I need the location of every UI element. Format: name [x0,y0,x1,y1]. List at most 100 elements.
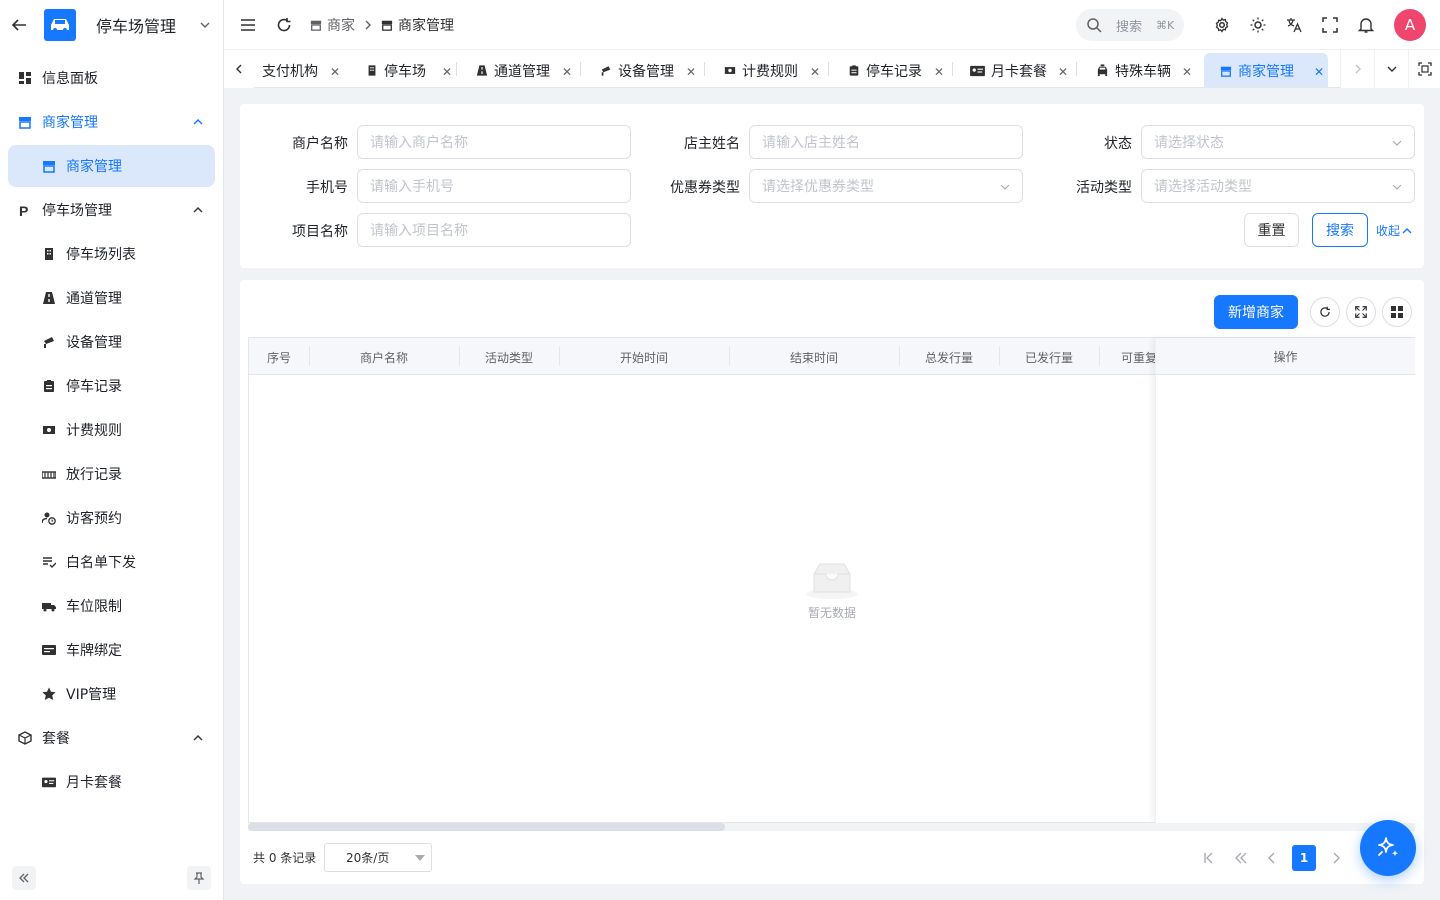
prev-group-button[interactable] [1229,845,1253,871]
store-icon [1220,65,1232,77]
chevron-down-icon[interactable] [199,19,211,31]
collapse-link[interactable]: 收起 [1376,222,1412,239]
global-search[interactable]: 搜索 ⌘K [1076,9,1184,41]
next-page-button[interactable] [1324,845,1348,871]
package-icon [18,731,32,745]
avatar[interactable]: A [1394,9,1426,41]
tab-billing[interactable]: 计费规则 ✕ [714,53,824,87]
close-icon[interactable]: ✕ [330,65,340,79]
clipboard-icon [848,64,860,77]
sidebar-item-parking-record[interactable]: 停车记录 [0,364,224,408]
close-icon[interactable]: ✕ [1314,65,1324,79]
project-name-input[interactable]: 请输入项目名称 [357,213,631,247]
phone-label: 手机号 [306,180,348,196]
sidebar-item-billing[interactable]: 计费规则 [0,408,224,452]
close-icon[interactable]: ✕ [1182,65,1192,79]
pin-icon[interactable] [187,866,211,890]
tab-more-dropdown[interactable] [1374,50,1408,88]
tab-parking[interactable]: 停车场 ✕ [356,53,456,87]
owner-name-input[interactable]: 请输入店主姓名 [749,125,1023,159]
sidebar-group-merchant[interactable]: 商家管理 [0,100,224,144]
first-page-button[interactable] [1197,845,1221,871]
sidebar-item-merchant-manage[interactable]: 商家管理 [8,145,215,187]
sidebar-item-whitelist[interactable]: 白名单下发 [0,540,224,584]
close-icon[interactable]: ✕ [810,65,820,79]
search-button[interactable]: 搜索 [1312,213,1368,247]
coupon-type-select[interactable]: 请选择优惠券类型 [749,169,1023,203]
input-placeholder: 请输入手机号 [370,179,454,195]
refresh-icon[interactable] [266,7,302,43]
phone-input[interactable]: 请输入手机号 [357,169,631,203]
menu-toggle-icon[interactable] [230,7,266,43]
translate-icon[interactable] [1276,7,1312,43]
tab-special-vehicle[interactable]: 特殊车辆 ✕ [1086,53,1196,87]
empty-text: 暂无数据 [807,606,856,620]
tab-scroll-left[interactable] [224,50,254,88]
page-size-select[interactable]: 20条/页 [324,843,432,872]
table-refresh-icon[interactable] [1310,297,1340,327]
close-icon[interactable]: ✕ [686,65,696,79]
tab-channel[interactable]: 通道管理 ✕ [466,53,576,87]
add-merchant-button[interactable]: 新增商家 [1214,295,1298,329]
merchant-name-input[interactable]: 请输入商户名称 [357,125,631,159]
sidebar-item-parking-list[interactable]: 停车场列表 [0,232,224,276]
sidebar-item-release[interactable]: 放行记录 [0,452,224,496]
tab-label: 商家管理 [1238,63,1294,80]
sidebar-group-package[interactable]: 套餐 [0,716,224,760]
column-header-merchant-name[interactable]: 商户名称 [309,338,459,376]
column-header-end-time[interactable]: 结束时间 [729,338,899,376]
tab-device[interactable]: 设备管理 ✕ [590,53,700,87]
ai-assistant-button[interactable] [1360,820,1416,876]
gear-icon[interactable] [1204,7,1240,43]
column-header-total-issued[interactable]: 总发行量 [899,338,999,376]
chevron-up-icon [1402,226,1412,236]
sidebar-item-visitor[interactable]: 访客预约 [0,496,224,540]
svg-text:P: P [19,203,28,217]
status-select[interactable]: 请选择状态 [1141,125,1415,159]
horizontal-scrollbar[interactable] [248,823,1415,831]
bell-icon[interactable] [1348,7,1384,43]
back-arrow-icon[interactable] [10,16,28,34]
chevron-up-icon [192,116,204,128]
column-header-index[interactable]: 序号 [249,338,309,376]
sidebar-group-parking[interactable]: P 停车场管理 [0,188,224,232]
activity-type-select[interactable]: 请选择活动类型 [1141,169,1415,203]
reset-button[interactable]: 重置 [1244,213,1299,247]
sidebar-header: 停车场管理 [0,0,223,50]
column-header-activity-type[interactable]: 活动类型 [459,338,559,376]
fullscreen-icon[interactable] [1312,7,1348,43]
table-fullscreen-icon[interactable] [1346,297,1376,327]
breadcrumb-parent[interactable]: 商家 [327,15,355,35]
id-card-icon [970,64,985,77]
sidebar-item-channel[interactable]: 通道管理 [0,276,224,320]
sidebar-item-dashboard[interactable]: 信息面板 [0,56,224,100]
special-car-icon [1096,64,1109,77]
tab-monthly[interactable]: 月卡套餐 ✕ [960,53,1072,87]
close-icon[interactable]: ✕ [934,65,944,79]
tab-merchant-manage[interactable]: 商家管理 ✕ [1204,53,1328,87]
column-header-actions: 操作 [1156,338,1415,375]
column-header-start-time[interactable]: 开始时间 [559,338,729,376]
column-settings-icon[interactable] [1382,297,1412,327]
sidebar-item-monthly[interactable]: 月卡套餐 [0,760,224,804]
tab-payment-org[interactable]: 支付机构 ✕ [252,53,344,87]
sidebar-item-device[interactable]: 设备管理 [0,320,224,364]
sidebar-item-label: VIP管理 [66,687,117,703]
collapse-sidebar-icon[interactable] [12,866,36,890]
column-header-issued[interactable]: 已发行量 [999,338,1099,376]
header-actions: A [1204,0,1440,50]
close-icon[interactable]: ✕ [562,65,572,79]
page-number[interactable]: 1 [1292,845,1316,871]
sidebar-item-plate-bind[interactable]: 车牌绑定 [0,628,224,672]
tab-parking-record[interactable]: 停车记录 ✕ [838,53,948,87]
close-icon[interactable]: ✕ [442,65,452,79]
close-icon[interactable]: ✕ [1058,65,1068,79]
sidebar-item-space-limit[interactable]: 车位限制 [0,584,224,628]
prev-page-button[interactable] [1260,845,1284,871]
scrollbar-thumb[interactable] [248,823,725,831]
sun-icon[interactable] [1240,7,1276,43]
sidebar-item-vip[interactable]: VIP管理 [0,672,224,716]
tab-scroll-right[interactable] [1340,50,1374,88]
coupon-type-label: 优惠券类型 [670,180,740,196]
tab-maximize[interactable] [1408,50,1440,88]
